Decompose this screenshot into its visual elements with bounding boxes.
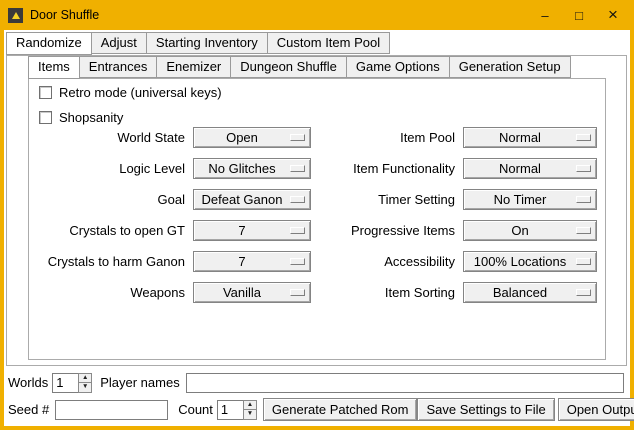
crystals-open-gt-dropdown[interactable]: 7 — [193, 220, 311, 241]
inner-tab-bar: Items Entrances Enemizer Dungeon Shuffle… — [28, 56, 570, 78]
item-pool-dropdown[interactable]: Normal — [463, 127, 597, 148]
world-state-dropdown[interactable]: Open — [193, 127, 311, 148]
crystals-harm-ganon-dropdown[interactable]: 7 — [193, 251, 311, 272]
item-sorting-dropdown[interactable]: Balanced — [463, 282, 597, 303]
worlds-row: Worlds ▲ ▼ Player names — [8, 371, 624, 394]
item-functionality-dropdown[interactable]: Normal — [463, 158, 597, 179]
worlds-label: Worlds — [8, 375, 48, 390]
retro-mode-label: Retro mode (universal keys) — [59, 85, 222, 100]
weapons-dropdown[interactable]: Vanilla — [193, 282, 311, 303]
progressive-items-dropdown[interactable]: On — [463, 220, 597, 241]
save-settings-button[interactable]: Save Settings to File — [417, 398, 554, 421]
dropdown-indicator-icon — [290, 289, 305, 296]
dropdown-indicator-icon — [290, 196, 305, 203]
item-pool-label: Item Pool — [317, 127, 457, 148]
shopsanity-label: Shopsanity — [59, 110, 123, 125]
dropdown-indicator-icon — [290, 227, 305, 234]
spin-down-icon[interactable]: ▼ — [243, 410, 257, 420]
tab-randomize[interactable]: Randomize — [6, 32, 92, 55]
dropdown-indicator-icon — [576, 289, 591, 296]
window-content: Randomize Adjust Starting Inventory Cust… — [4, 30, 630, 426]
seed-label: Seed # — [8, 402, 49, 417]
player-names-input[interactable] — [186, 373, 624, 393]
spin-up-icon[interactable]: ▲ — [78, 373, 92, 384]
goal-label: Goal — [37, 189, 187, 210]
count-spinner: ▲ ▼ — [217, 400, 257, 420]
tab-game-options[interactable]: Game Options — [346, 56, 450, 78]
items-pane: Retro mode (universal keys) Shopsanity W… — [28, 78, 606, 360]
worlds-input[interactable] — [52, 373, 78, 393]
tab-entrances[interactable]: Entrances — [79, 56, 158, 78]
retro-mode-row: Retro mode (universal keys) — [39, 85, 222, 100]
logic-level-label: Logic Level — [37, 158, 187, 179]
item-sorting-label: Item Sorting — [317, 282, 457, 303]
retro-mode-checkbox[interactable] — [39, 86, 52, 99]
goal-dropdown[interactable]: Defeat Ganon — [193, 189, 311, 210]
dropdown-indicator-icon — [290, 258, 305, 265]
tab-enemizer[interactable]: Enemizer — [156, 56, 231, 78]
app-icon — [8, 8, 23, 23]
count-input[interactable] — [217, 400, 243, 420]
seed-row: Seed # Count ▲ ▼ Generate Patched Rom Sa… — [8, 397, 624, 422]
item-functionality-label: Item Functionality — [317, 158, 457, 179]
worlds-spinner: ▲ ▼ — [52, 373, 92, 393]
generate-rom-button[interactable]: Generate Patched Rom — [263, 398, 418, 421]
spin-down-icon[interactable]: ▼ — [78, 383, 92, 393]
shopsanity-checkbox[interactable] — [39, 111, 52, 124]
minimize-button[interactable]: – — [528, 0, 562, 30]
dropdown-indicator-icon — [576, 196, 591, 203]
tab-custom-item-pool[interactable]: Custom Item Pool — [267, 32, 390, 54]
tab-items[interactable]: Items — [28, 56, 80, 79]
crystals-open-gt-label: Crystals to open GT — [37, 220, 187, 241]
spin-up-icon[interactable]: ▲ — [243, 400, 257, 411]
progressive-items-label: Progressive Items — [317, 220, 457, 241]
dropdown-indicator-icon — [576, 165, 591, 172]
seed-input[interactable] — [55, 400, 168, 420]
timer-setting-dropdown[interactable]: No Timer — [463, 189, 597, 210]
maximize-button[interactable]: □ — [562, 0, 596, 30]
logic-level-dropdown[interactable]: No Glitches — [193, 158, 311, 179]
dropdown-indicator-icon — [576, 134, 591, 141]
crystals-harm-ganon-label: Crystals to harm Ganon — [37, 251, 187, 272]
dropdown-indicator-icon — [290, 134, 305, 141]
options-grid: World State Open Item Pool Normal Logic … — [37, 127, 597, 303]
count-label: Count — [178, 402, 213, 417]
dropdown-indicator-icon — [576, 227, 591, 234]
open-output-button[interactable]: Open Output Directory — [558, 398, 634, 421]
tab-dungeon-shuffle[interactable]: Dungeon Shuffle — [230, 56, 347, 78]
close-button[interactable]: × — [596, 0, 630, 30]
window-title: Door Shuffle — [30, 8, 99, 22]
tab-adjust[interactable]: Adjust — [91, 32, 147, 54]
player-names-label: Player names — [100, 375, 179, 390]
timer-setting-label: Timer Setting — [317, 189, 457, 210]
tab-starting-inventory[interactable]: Starting Inventory — [146, 32, 268, 54]
app-window: Door Shuffle – □ × Randomize Adjust Star… — [0, 0, 634, 430]
outer-tab-bar: Randomize Adjust Starting Inventory Cust… — [6, 32, 389, 54]
titlebar[interactable]: Door Shuffle – □ × — [4, 0, 630, 30]
dropdown-indicator-icon — [290, 165, 305, 172]
accessibility-dropdown[interactable]: 100% Locations — [463, 251, 597, 272]
dropdown-indicator-icon — [576, 258, 591, 265]
shopsanity-row: Shopsanity — [39, 110, 123, 125]
weapons-label: Weapons — [37, 282, 187, 303]
world-state-label: World State — [37, 127, 187, 148]
tab-generation-setup[interactable]: Generation Setup — [449, 56, 571, 78]
accessibility-label: Accessibility — [317, 251, 457, 272]
